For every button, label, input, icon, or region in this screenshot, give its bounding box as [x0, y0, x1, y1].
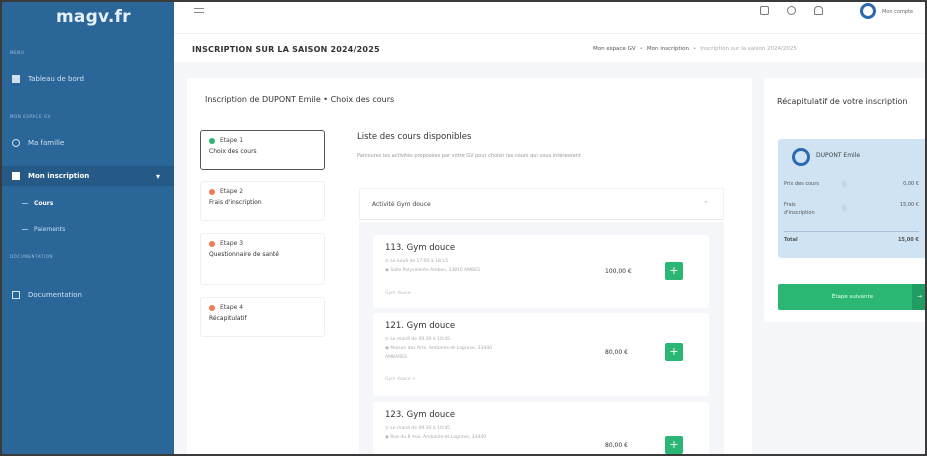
card-title: Inscription de DUPONT Emile • Choix des …: [205, 95, 395, 104]
sidebar-item-dashboard[interactable]: Tableau de bord: [0, 72, 174, 86]
course-title: 123. Gym douce: [385, 410, 456, 420]
inscription-icon: [12, 172, 20, 180]
step-label: Etape 4: [220, 304, 244, 311]
step-label: Etape 2: [220, 188, 244, 195]
summary-title: Récapitulatif de votre inscription: [777, 97, 908, 106]
step-label: Etape 1: [220, 137, 244, 144]
summary-row-fees: Frais d'inscription ⓘ 15,00 €: [784, 202, 919, 216]
course-schedule: ◷ Le mardi de 09:30 à 10:45: [385, 426, 451, 431]
topbar: Mon compte: [174, 0, 927, 34]
member-name: DUPONT Emile: [816, 152, 861, 159]
course-card: 121. Gym douce ◷ Le mardi de 09:30 à 10:…: [373, 313, 709, 396]
dashboard-icon: [12, 75, 20, 83]
sidebar-item-label: Mon inscription: [28, 172, 90, 180]
status-dot-icon: [209, 240, 215, 247]
course-place-line2: AMBARES: [385, 355, 407, 360]
document-icon: [12, 291, 20, 299]
activity-label: Activité Gym douce: [372, 201, 431, 208]
sidebar-subitem-courses[interactable]: Cours: [0, 200, 174, 207]
top-icons: [760, 6, 823, 15]
sidebar-item-label: Documentation: [28, 291, 82, 299]
sidebar-item-label: Cours: [34, 200, 54, 207]
course-price: 80,00 €: [605, 349, 628, 356]
add-course-button[interactable]: +: [665, 343, 683, 361]
breadcrumb: Mon espace GV • Mon inscription • Inscriptio…: [593, 46, 797, 52]
list-description: Parcourez les activités proposées par vo…: [357, 153, 581, 159]
course-schedule: ◷ Le lundi de 17:00 à 18:15: [385, 259, 449, 264]
user-avatar[interactable]: [860, 3, 876, 19]
list-title: Liste des cours disponibles: [357, 132, 472, 142]
step-2[interactable]: Etape 2 Frais d'inscription: [200, 181, 325, 221]
course-place: ◉ Salle Polyvalente Ambes, 33810 AMBES: [385, 268, 480, 273]
chevron-up-icon: ⌃: [703, 200, 709, 208]
step-label: Etape 3: [220, 240, 244, 247]
sidebar-section-space: MON ESPACE GV: [10, 114, 51, 119]
info-icon[interactable]: ⓘ: [842, 205, 847, 213]
sidebar-item-label: Paiements: [34, 226, 66, 233]
course-title: 113. Gym douce: [385, 243, 456, 253]
course-price: 80,00 €: [605, 442, 628, 449]
step-4[interactable]: Etape 4 Récapitulatif: [200, 297, 325, 337]
arrow-right-icon: →: [912, 284, 927, 310]
summary-box: DUPONT Emile Prix des cours ⓘ 0,00 € Fra…: [778, 139, 927, 258]
page-title: INSCRIPTION SUR LA SAISON 2024/2025: [192, 45, 380, 54]
activity-accordion[interactable]: Activité Gym douce ⌃: [359, 188, 724, 220]
settings-icon[interactable]: [787, 6, 796, 15]
add-course-button[interactable]: +: [665, 262, 683, 280]
step-desc: Récapitulatif: [209, 315, 247, 322]
course-price: 100,00 €: [605, 268, 632, 275]
sidebar-item-family[interactable]: Ma famille: [0, 136, 174, 150]
breadcrumb-item[interactable]: Mon inscription: [647, 46, 689, 52]
course-card: 113. Gym douce ◷ Le lundi de 17:00 à 18:…: [373, 235, 709, 308]
user-menu-label[interactable]: Mon compte: [882, 9, 913, 15]
fullscreen-icon[interactable]: [760, 6, 769, 15]
chevron-down-icon: ▾: [155, 171, 160, 181]
course-place: ◉ Maison des Arts, Ambarès-et-Lagrave, 3…: [385, 346, 492, 351]
sidebar-subitem-payments[interactable]: Paiements: [0, 226, 174, 233]
status-dot-icon: [209, 188, 215, 195]
menu-icon[interactable]: [194, 8, 204, 16]
course-tag: Gym douce +: [385, 377, 416, 382]
course-title: 121. Gym douce: [385, 321, 456, 331]
sidebar: magv.fr MENU Tableau de bord MON ESPACE …: [0, 0, 174, 456]
sidebar-item-label: Tableau de bord: [28, 75, 84, 83]
sidebar-item-label: Ma famille: [28, 139, 65, 147]
app-logo[interactable]: magv.fr: [0, 0, 174, 34]
step-desc: Choix des cours: [209, 148, 257, 155]
course-schedule: ◷ Le mardi de 09:30 à 10:45: [385, 337, 451, 342]
summary-divider: [784, 231, 919, 232]
breadcrumb-current: Inscription sur la saison 2024/2025: [700, 46, 797, 52]
member-avatar-icon: [792, 148, 810, 166]
step-3[interactable]: Etape 3 Questionnaire de santé: [200, 233, 325, 285]
summary-row-total: Total 15,00 €: [784, 237, 919, 243]
summary-row-courses: Prix des cours ⓘ 0,00 €: [784, 181, 919, 188]
status-dot-icon: [209, 304, 215, 311]
course-card: 123. Gym douce ◷ Le mardi de 09:30 à 10:…: [373, 402, 709, 456]
family-icon: [12, 139, 20, 147]
sidebar-item-inscription[interactable]: Mon inscription ▾: [0, 166, 174, 186]
next-step-button[interactable]: Étape suivante →: [778, 284, 927, 310]
add-course-button[interactable]: +: [665, 436, 683, 454]
sidebar-section-menu: MENU: [10, 50, 25, 55]
sidebar-section-doc: DOCUMENTATION: [10, 254, 54, 259]
status-dot-icon: [209, 137, 215, 144]
course-tag: Gym douce: [385, 291, 411, 296]
info-icon[interactable]: ⓘ: [842, 181, 847, 188]
bell-icon[interactable]: [814, 6, 823, 15]
step-1[interactable]: Etape 1 Choix des cours: [200, 130, 325, 170]
breadcrumb-item[interactable]: Mon espace GV: [593, 46, 636, 52]
sidebar-item-documentation[interactable]: Documentation: [0, 288, 174, 302]
course-place: ◉ Rue du 8 mai, Ambarès-et-Lagrave, 3344…: [385, 435, 487, 440]
step-desc: Frais d'inscription: [209, 199, 262, 206]
dash-icon: [22, 229, 28, 230]
step-desc: Questionnaire de santé: [209, 251, 279, 258]
dash-icon: [22, 203, 28, 204]
